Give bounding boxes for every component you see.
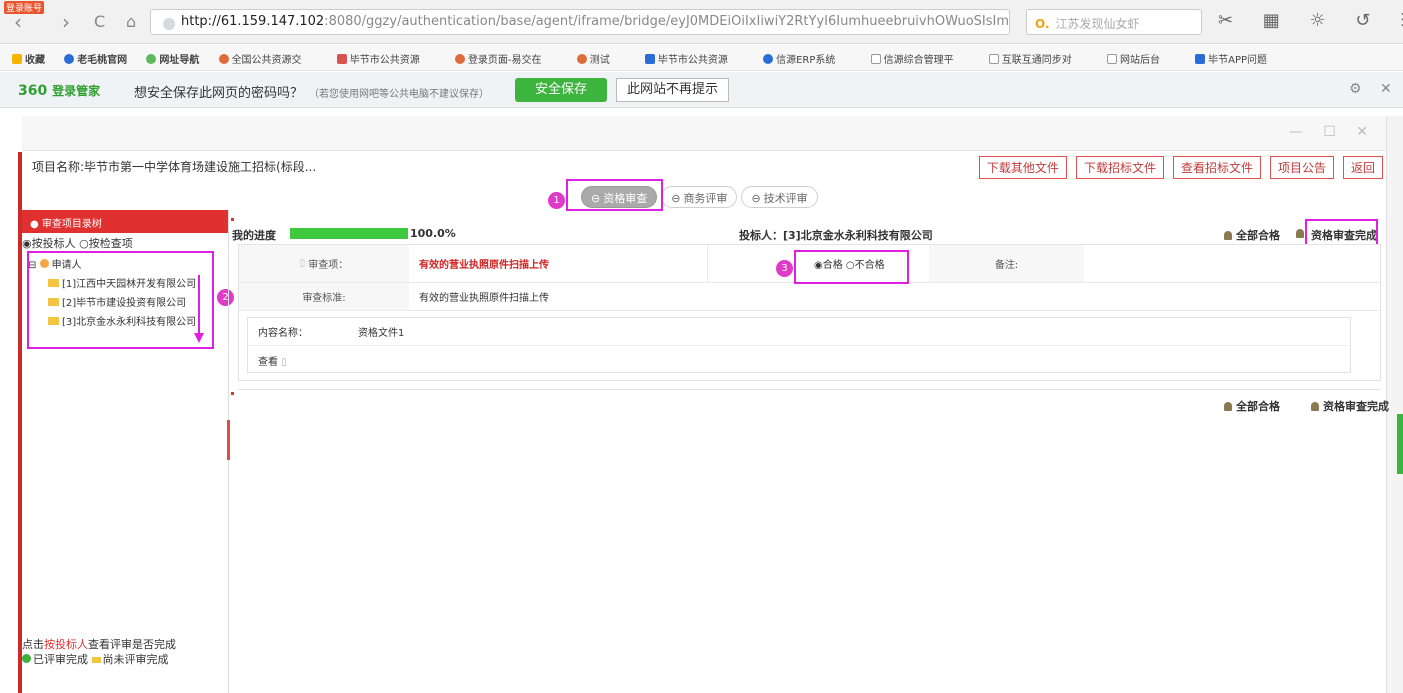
highlight-box-2	[27, 251, 214, 349]
progress-label: 我的进度	[232, 229, 276, 242]
search-engine-icon: O.	[1035, 17, 1050, 31]
review-standard-row: 审查标准: 有效的营业执照原件扫描上传	[239, 283, 1380, 311]
review-item-label: ▯ 审查项：	[239, 245, 409, 282]
progress-fill	[290, 228, 408, 239]
red-dot	[231, 218, 234, 221]
qualification-finish-button-bottom[interactable]: 资格审查完成	[1311, 398, 1389, 414]
safe-save-button[interactable]: 安全保存	[515, 78, 607, 102]
content-name-label: 内容名称：	[258, 328, 308, 339]
circle-arrow-icon: ⊖	[751, 192, 761, 205]
pin-icon	[1224, 402, 1232, 411]
progress-bar	[290, 228, 408, 239]
site-info-icon[interactable]	[163, 18, 175, 30]
login-account-tag[interactable]: 登录账号	[4, 1, 45, 14]
back-button[interactable]: 返回	[1342, 156, 1383, 179]
standard-label: 审查标准:	[239, 283, 409, 310]
pin-icon	[1311, 402, 1319, 411]
by-bidder-link[interactable]: 按投标人	[44, 638, 88, 651]
url-path: :8080/ggzy/authentication/base/agent/ifr…	[324, 14, 1010, 29]
toolbar-icons[interactable]: ✂ ▦ ☼ ↺ ☰	[1218, 10, 1403, 31]
never-remind-button[interactable]: 此网站不再提示	[616, 78, 729, 102]
content-name-row: 内容名称： 资格文件1	[248, 318, 1350, 346]
tree-legend: 点击按投标人查看评审是否完成 已评审完成 尚未评审完成	[22, 638, 176, 666]
view-row: 查看 ▯	[248, 346, 1350, 374]
bookmark-item[interactable]: 登录页面-易交在	[454, 54, 558, 66]
remark-input[interactable]	[1084, 245, 1380, 282]
step-marker-3: 3	[776, 260, 793, 277]
bookmark-item[interactable]: 收藏	[12, 54, 45, 66]
search-suggestion: 江苏发现仙女虾	[1055, 17, 1140, 31]
not-done-icon	[91, 657, 101, 663]
pin-icon	[1224, 231, 1232, 240]
project-notice-button[interactable]: 项目公告	[1269, 156, 1334, 179]
browser-toolbar: 登录账号 ‹ › C ⌂ http://61.159.147.102:8080/…	[0, 0, 1403, 44]
dialog-titlebar: — ☐ ✕	[22, 116, 1386, 151]
step-marker-1: 1	[548, 192, 565, 209]
all-pass-button-bottom[interactable]: 全部合格	[1224, 398, 1280, 414]
remark-label: 备注:	[929, 245, 1084, 282]
standard-value: 有效的营业执照原件扫描上传	[419, 293, 549, 304]
bookmark-item[interactable]: 信源ERP系统	[763, 54, 851, 66]
section-divider	[238, 389, 1381, 390]
down-arrow-icon	[194, 275, 204, 343]
close-icon[interactable]: ✕	[1380, 81, 1392, 97]
radio-by-item[interactable]: ○按检查项	[79, 237, 133, 250]
review-item-value: 有效的营业执照原件扫描上传	[419, 260, 549, 271]
left-accent-bar	[0, 152, 22, 693]
project-actions: 下载其他文件 下载招标文件 查看招标文件 项目公告 返回	[978, 156, 1383, 179]
highlight-box-1	[566, 179, 663, 211]
circle-arrow-icon: ⊖	[671, 192, 681, 205]
document-icon: ▯	[299, 258, 306, 269]
done-icon	[22, 654, 31, 663]
360-logo: 360 登录管家	[18, 83, 101, 99]
bookmark-item[interactable]: 测试	[576, 54, 626, 66]
bookmark-item[interactable]: 信源综合管理平	[870, 54, 970, 66]
tab-business-review[interactable]: ⊖ 商务评审	[661, 186, 738, 208]
bidder-name: 投标人：[3]北京金水永利科技有限公司	[739, 229, 933, 242]
bookmark-item[interactable]: 网址导航	[146, 54, 199, 66]
tree-scroll-handle[interactable]	[227, 420, 230, 460]
back-icon[interactable]: ‹	[14, 12, 22, 32]
forward-icon[interactable]: ›	[62, 12, 70, 32]
search-input[interactable]: O. 江苏发现仙女虾	[1026, 9, 1202, 35]
bookmark-item[interactable]: 毕节市公共资源	[644, 54, 744, 66]
bookmarks-bar: 收藏 老毛桃官网 网址导航 全国公共资源交 毕节市公共资源 登录页面-易交在 测…	[0, 45, 1403, 71]
radio-by-bidder[interactable]: ◉按投标人	[22, 237, 76, 250]
bookmark-item[interactable]: 全国公共资源交	[218, 54, 318, 66]
content-panel: 内容名称： 资格文件1 查看 ▯	[247, 317, 1351, 373]
progress-percent: 100.0%	[410, 227, 456, 240]
reload-icon[interactable]: C	[94, 12, 105, 32]
all-pass-button[interactable]: 全部合格	[1224, 227, 1280, 243]
highlight-box-3	[794, 250, 909, 284]
window-controls[interactable]: — ☐ ✕	[1289, 124, 1376, 140]
tab-technical-review[interactable]: ⊖ 技术评审	[741, 186, 818, 208]
password-question: 想安全保存此网页的密码吗？ （若您使用网吧等公共电脑不建议保存）	[134, 86, 490, 101]
url-host: http://61.159.147.102	[181, 14, 325, 29]
gear-icon[interactable]: ⚙	[1349, 81, 1362, 97]
view-link[interactable]: 查看 ▯	[248, 353, 287, 368]
tree-header: ● 审查项目录树	[22, 210, 228, 233]
pin-icon	[1296, 229, 1304, 238]
bookmark-item[interactable]: 互联互通同步对	[988, 54, 1088, 66]
tree-view-options: ◉按投标人 ○按检查项	[22, 235, 133, 251]
bookmark-item[interactable]: 毕节市公共资源	[336, 54, 436, 66]
step-marker-2: 2	[217, 289, 234, 306]
view-tender-file-button[interactable]: 查看招标文件	[1172, 156, 1261, 179]
download-tender-file-button[interactable]: 下载招标文件	[1075, 156, 1164, 179]
project-name: 项目名称:毕节市第一中学体育场建设施工招标(标段...	[32, 160, 317, 174]
password-save-bar: 360 登录管家 想安全保存此网页的密码吗？ （若您使用网吧等公共电脑不建议保存）…	[0, 72, 1403, 108]
content-name-value: 资格文件1	[358, 328, 405, 339]
view-icon: ▯	[278, 356, 287, 368]
red-dot	[231, 392, 234, 395]
home-icon[interactable]: ⌂	[126, 12, 136, 32]
bookmark-item[interactable]: 毕节APP问题	[1195, 54, 1283, 66]
bookmark-item[interactable]: 网站后台	[1106, 54, 1176, 66]
address-bar[interactable]: http://61.159.147.102:8080/ggzy/authenti…	[150, 9, 1010, 35]
bookmark-item[interactable]: 老毛桃官网	[64, 54, 127, 66]
highlight-box-4	[1305, 219, 1378, 247]
download-other-files-button[interactable]: 下载其他文件	[978, 156, 1067, 179]
